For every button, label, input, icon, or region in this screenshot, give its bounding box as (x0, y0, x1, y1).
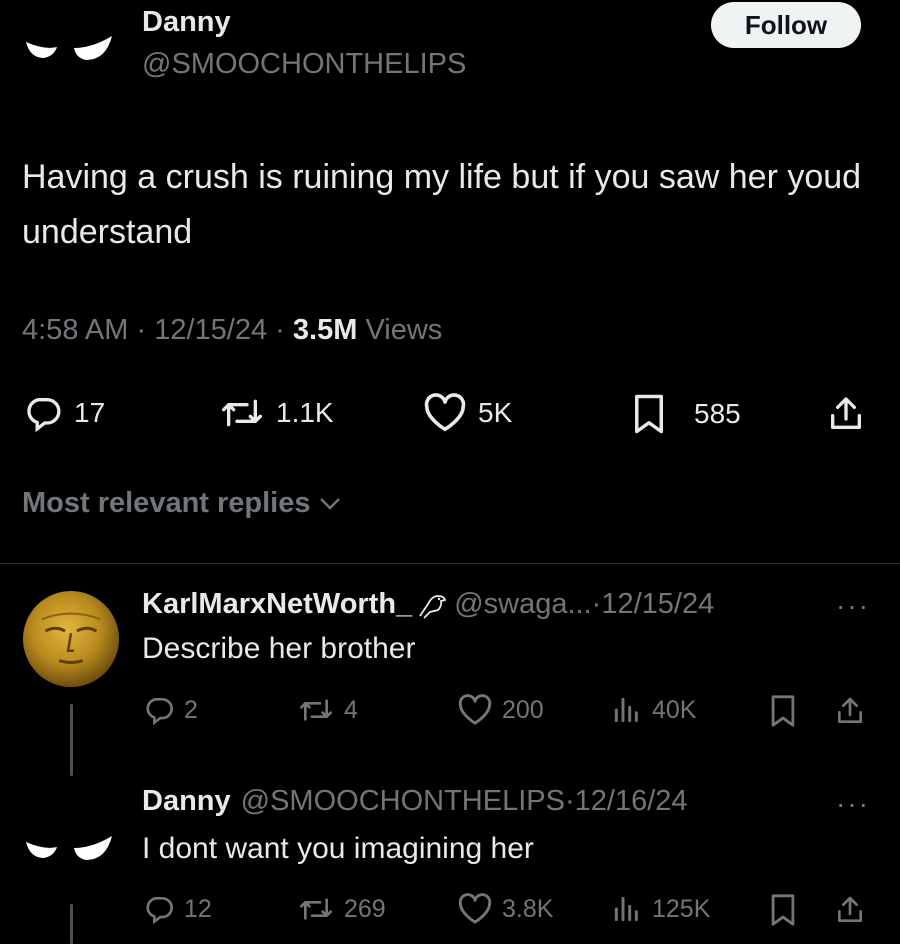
reply-2-like-count: 3.8K (502, 894, 554, 923)
views-label: Views (365, 314, 443, 346)
share-button[interactable] (826, 393, 866, 435)
reply-1-like-button[interactable]: 200 (456, 694, 544, 726)
reply-2-name[interactable]: Danny (142, 785, 231, 818)
reply-1-repost-button[interactable]: 4 (296, 694, 358, 726)
reply-button[interactable]: 17 (22, 393, 105, 433)
like-icon (458, 694, 492, 725)
reply-1-views-button[interactable]: 40K (610, 694, 696, 726)
tweet-time: 4:58 AM (22, 314, 129, 346)
like-icon (458, 893, 492, 924)
bookmark-icon (635, 394, 663, 434)
gold-mask-avatar-icon (22, 590, 120, 688)
chevron-down-icon (319, 497, 340, 510)
author-handle[interactable]: @SMOOCHONTHELIPS (142, 48, 466, 81)
author-name[interactable]: Danny (142, 6, 231, 39)
reply-2-reply-button[interactable]: 12 (142, 893, 212, 925)
reply-1-views-count: 40K (652, 695, 697, 724)
like-count: 5K (478, 397, 513, 428)
views-icon (614, 697, 638, 723)
reply-1-date: 12/15/24 (601, 588, 715, 620)
bookmark-icon (771, 894, 795, 926)
replies-sort-label: Most relevant replies (22, 487, 311, 519)
reply-1-header: KarlMarxNetWorth_ @swaga... · 12/15/24 (142, 588, 715, 621)
reply-1-share-button[interactable] (834, 694, 866, 728)
reply-icon (146, 698, 173, 726)
tweet-date: 12/15/24 (154, 314, 268, 346)
reply-1-repost-count: 4 (344, 695, 358, 724)
like-icon (424, 393, 466, 432)
follow-button[interactable]: Follow (711, 2, 861, 48)
reply-1-bookmark-button[interactable] (768, 694, 798, 728)
reply-count: 17 (74, 397, 106, 428)
bookmark-icon (771, 695, 795, 727)
author-avatar[interactable] (24, 32, 114, 72)
bookmark-count: 585 (694, 398, 741, 429)
reply-1-text: Describe her brother (142, 632, 416, 665)
reply-1-name[interactable]: KarlMarxNetWorth_ (142, 588, 412, 621)
eyes-avatar-icon (26, 36, 112, 60)
repost-count: 1.1K (276, 397, 334, 428)
bookmark-button[interactable]: 585 (630, 393, 741, 435)
views-icon (614, 896, 638, 922)
views-count: 3.5M (292, 314, 358, 346)
reply-2-share-button[interactable] (834, 893, 866, 927)
eyes-avatar-icon (26, 836, 112, 860)
reply-2-date: 12/16/24 (574, 785, 688, 817)
reply-2-repost-count: 269 (344, 894, 386, 923)
reply-1-reply-button[interactable]: 2 (142, 694, 198, 726)
reply-2-views-button[interactable]: 125K (610, 893, 710, 925)
replies-sort-selector[interactable]: Most relevant replies (22, 487, 341, 520)
reply-2-handle[interactable]: @SMOOCHONTHELIPS (241, 785, 565, 818)
reply-1-more-button[interactable]: ··· (836, 590, 870, 622)
reply-2-more-button[interactable]: ··· (836, 788, 870, 820)
reply-1-handle[interactable]: @swaga... (454, 588, 591, 621)
repost-icon (300, 699, 332, 721)
reply-2-like-button[interactable]: 3.8K (456, 893, 553, 925)
reply-2-bookmark-button[interactable] (768, 893, 798, 927)
repost-button[interactable]: 1.1K (218, 393, 334, 433)
thread-line (70, 704, 73, 776)
share-icon (838, 697, 862, 723)
reply-icon (27, 398, 61, 433)
reply-icon (146, 897, 173, 925)
share-icon (831, 397, 861, 429)
divider (0, 563, 900, 564)
reply-2-avatar[interactable] (24, 832, 114, 872)
reply-2-text: I dont want you imagining her (142, 832, 534, 865)
share-icon (838, 896, 862, 922)
bird-icon (419, 594, 447, 619)
like-button[interactable]: 5K (422, 393, 512, 433)
reply-1-reply-count: 2 (184, 695, 198, 724)
reply-1-avatar[interactable] (22, 590, 120, 688)
reply-1-like-count: 200 (502, 695, 544, 724)
reply-2-repost-button[interactable]: 269 (296, 893, 386, 925)
repost-icon (300, 898, 332, 920)
tweet-text: Having a crush is ruining my life but if… (22, 158, 862, 251)
reply-2-reply-count: 12 (184, 894, 212, 923)
reply-2-views-count: 125K (652, 894, 711, 923)
repost-icon (222, 399, 262, 427)
thread-line (70, 904, 73, 944)
reply-2-header: Danny @SMOOCHONTHELIPS · 12/16/24 (142, 785, 688, 818)
tweet-meta: 4:58 AM · 12/15/24 · 3.5M Views (22, 314, 443, 346)
